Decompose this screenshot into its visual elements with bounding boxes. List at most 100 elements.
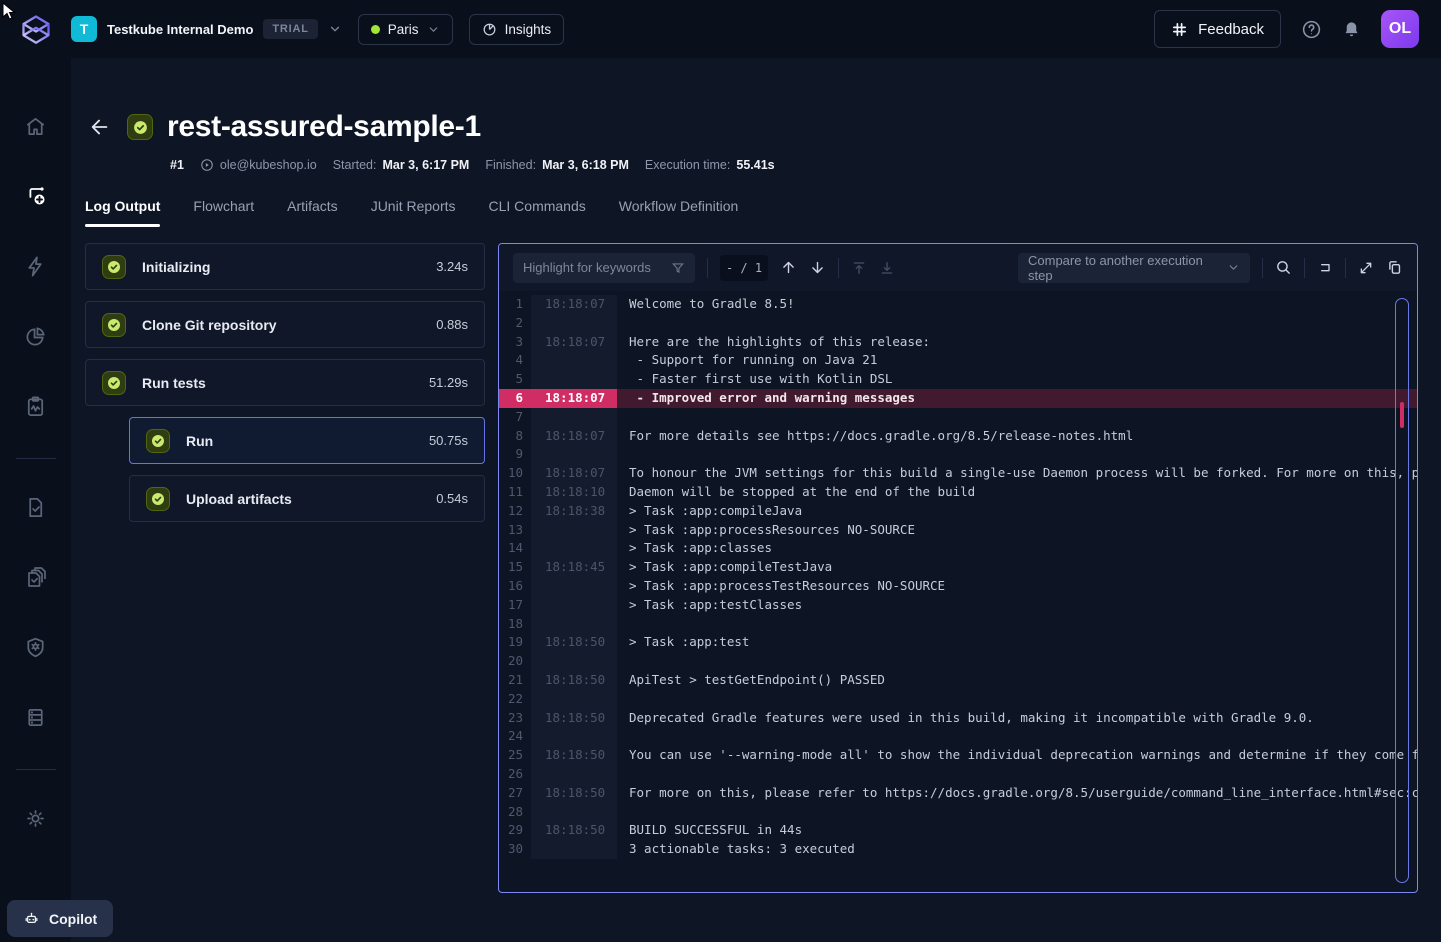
sidebar-item-home[interactable] (16, 106, 56, 146)
log-line-number: 20 (499, 652, 531, 671)
log-line: 1218:18:38> Task :app:compileJava (499, 502, 1417, 521)
sidebar-item-pie-chart[interactable] (16, 316, 56, 356)
step-run[interactable]: Run50.75s (129, 417, 485, 464)
workflows-icon (24, 184, 48, 208)
log-line-text: > Task :app:testClasses (617, 596, 1417, 615)
user-avatar[interactable]: OL (1381, 10, 1419, 48)
step-upload-artifacts[interactable]: Upload artifacts0.54s (129, 475, 485, 522)
log-line: 22 (499, 690, 1417, 709)
home-icon (24, 115, 47, 138)
sidebar-item-workflows[interactable] (16, 176, 56, 216)
tab-flowchart[interactable]: Flowchart (193, 198, 254, 227)
sidebar-item-gear[interactable] (16, 798, 56, 838)
log-lines-container[interactable]: 118:18:07Welcome to Gradle 8.5!2318:18:0… (499, 291, 1417, 892)
page-title: rest-assured-sample-1 (167, 110, 481, 144)
slack-icon (1171, 21, 1188, 38)
log-line-number: 14 (499, 539, 531, 558)
sidebar-item-shield-gear[interactable] (16, 627, 56, 667)
log-line-text (617, 652, 1417, 671)
tab-junit-reports[interactable]: JUnit Reports (371, 198, 456, 227)
log-line-number: 17 (499, 596, 531, 615)
step-status-success-icon (102, 371, 126, 395)
pie-chart-icon (24, 325, 47, 348)
environment-selector[interactable]: Paris (358, 14, 453, 45)
copy-logs-icon[interactable] (1386, 259, 1403, 276)
log-line-number: 8 (499, 427, 531, 446)
execution-status-success-icon (127, 114, 153, 140)
insights-button[interactable]: Insights (469, 14, 565, 45)
tab-workflow-definition[interactable]: Workflow Definition (619, 198, 739, 227)
step-run-tests[interactable]: Run tests 51.29s (85, 359, 485, 406)
sidebar-item-server-stack[interactable] (16, 697, 56, 737)
log-line: 2518:18:50You can use '--warning-mode al… (499, 746, 1417, 765)
log-line-number: 13 (499, 521, 531, 540)
log-line: 1118:18:10Daemon will be stopped at the … (499, 483, 1417, 502)
scroll-to-top-icon[interactable] (851, 260, 867, 276)
step-status-success-icon (102, 313, 126, 337)
run-by-icon (200, 158, 214, 172)
notifications-bell-icon[interactable] (1342, 20, 1361, 39)
log-line-text: For more details see https://docs.gradle… (617, 427, 1417, 446)
log-line: 16> Task :app:processTestResources NO-SO… (499, 577, 1417, 596)
scroll-to-bottom-icon[interactable] (879, 260, 895, 276)
highlight-keywords-input[interactable]: Highlight for keywords (513, 253, 695, 283)
copilot-button[interactable]: Copilot (7, 900, 113, 937)
log-line-text (617, 803, 1417, 822)
sidebar-divider (16, 458, 56, 459)
log-line-timestamp: 18:18:07 (531, 333, 617, 352)
log-line: 2 (499, 314, 1417, 333)
step-clone-git-repository[interactable]: Clone Git repository0.88s (85, 301, 485, 348)
org-avatar-badge[interactable]: T (71, 16, 97, 42)
log-line-number: 27 (499, 784, 531, 803)
log-line-text (617, 445, 1417, 464)
step-duration: 0.54s (436, 491, 468, 506)
sidebar-item-clipboard-pulse[interactable] (16, 386, 56, 426)
testkube-logo[interactable] (0, 9, 71, 49)
search-icon[interactable] (1275, 259, 1292, 276)
log-line-number: 19 (499, 633, 531, 652)
log-line-number: 1 (499, 295, 531, 314)
toolbar-divider (707, 258, 708, 278)
tab-cli-commands[interactable]: CLI Commands (489, 198, 586, 227)
log-line-timestamp: 18:18:50 (531, 746, 617, 765)
gear-icon (24, 807, 47, 830)
log-line-text: To honour the JVM settings for this buil… (617, 464, 1417, 483)
step-duration: 51.29s (429, 375, 468, 390)
execution-time-meta: Execution time:55.41s (645, 158, 775, 172)
log-line-text (617, 727, 1417, 746)
log-line: 14> Task :app:classes (499, 539, 1417, 558)
log-line-number: 2 (499, 314, 531, 333)
robot-icon (23, 910, 40, 927)
back-button[interactable] (89, 116, 111, 138)
compare-execution-select[interactable]: Compare to another execution step (1018, 253, 1250, 283)
top-header: T Testkube Internal Demo TRIAL Paris Ins… (0, 0, 1441, 58)
sidebar-item-files-check[interactable] (16, 557, 56, 597)
org-chevron-down-icon[interactable] (328, 22, 342, 36)
tab-log-output[interactable]: Log Output (85, 198, 160, 227)
sidebar-item-lightning[interactable] (16, 246, 56, 286)
feedback-button[interactable]: Feedback (1154, 10, 1281, 48)
log-line: 7 (499, 408, 1417, 427)
log-line-number: 26 (499, 765, 531, 784)
expand-fullscreen-icon[interactable] (1358, 260, 1374, 276)
step-label: Run tests (142, 375, 206, 391)
help-icon[interactable] (1301, 19, 1322, 40)
log-line-timestamp: 18:18:50 (531, 633, 617, 652)
next-match-arrow-down-icon[interactable] (809, 259, 826, 276)
log-line: 118:18:07Welcome to Gradle 8.5! (499, 295, 1417, 314)
log-line-text: Welcome to Gradle 8.5! (617, 295, 1417, 314)
log-line-timestamp (531, 408, 617, 427)
log-line-timestamp: 18:18:50 (531, 784, 617, 803)
match-counter: - / 1 (720, 255, 768, 281)
plan-badge: TRIAL (263, 19, 317, 39)
tab-artifacts[interactable]: Artifacts (287, 198, 338, 227)
sidebar-item-file-check[interactable] (16, 487, 56, 527)
log-line-text: Here are the highlights of this release: (617, 333, 1417, 352)
previous-match-arrow-up-icon[interactable] (780, 259, 797, 276)
word-wrap-icon[interactable] (1317, 260, 1333, 276)
log-line-timestamp: 18:18:50 (531, 671, 617, 690)
log-scrollbar[interactable] (1395, 298, 1409, 883)
step-duration: 50.75s (429, 433, 468, 448)
log-line-number: 18 (499, 615, 531, 634)
step-initializing[interactable]: Initializing3.24s (85, 243, 485, 290)
